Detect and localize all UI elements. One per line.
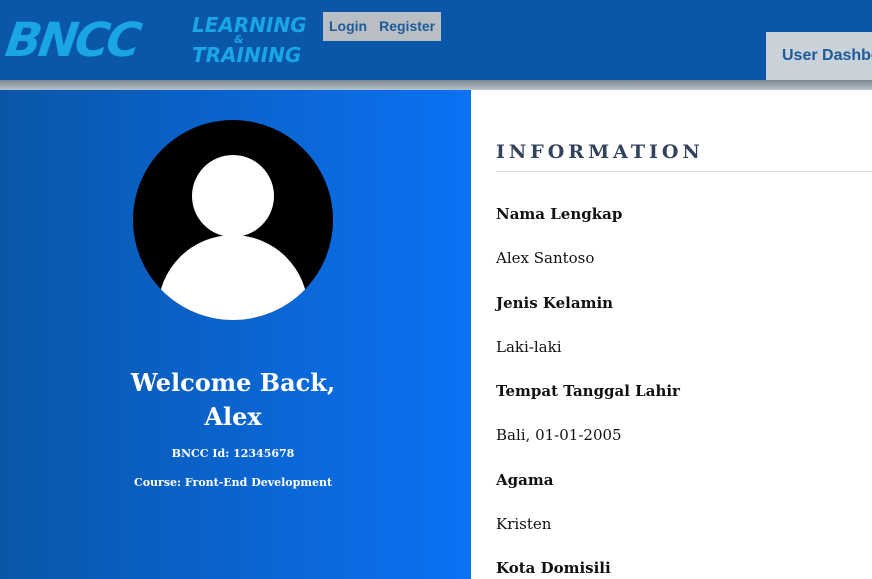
- information-title: INFORMATION: [496, 141, 704, 163]
- top-navbar: BNCC LEARNING & TRAINING Login Register …: [0, 0, 872, 80]
- welcome-username: Alex: [204, 402, 262, 431]
- logo-learning-text: LEARNING: [192, 13, 307, 37]
- label-agama: Agama: [496, 471, 554, 489]
- logo-training-text: TRAINING: [192, 43, 302, 67]
- avatar-body-shape: [158, 235, 308, 320]
- title-divider: [496, 171, 872, 172]
- label-nama-lengkap: Nama Lengkap: [496, 205, 623, 223]
- label-kota-domisili: Kota Domisili: [496, 559, 611, 577]
- logo-bncc-text: BNCC: [2, 13, 143, 68]
- information-panel: INFORMATION Nama Lengkap Alex Santoso Je…: [471, 90, 872, 579]
- user-avatar-icon: [133, 120, 333, 320]
- course-text: Course: Front-End Development: [133, 476, 333, 489]
- value-jenis-kelamin: Laki-laki: [496, 338, 562, 356]
- profile-panel: Welcome Back, Alex BNCC Id: 12345678 Cou…: [0, 90, 471, 579]
- bncc-logo[interactable]: BNCC LEARNING & TRAINING: [2, 13, 307, 68]
- register-link[interactable]: Register: [373, 12, 441, 41]
- value-nama-lengkap: Alex Santoso: [496, 249, 595, 267]
- label-tempat-tanggal-lahir: Tempat Tanggal Lahir: [496, 382, 680, 400]
- label-jenis-kelamin: Jenis Kelamin: [496, 294, 614, 312]
- value-agama: Kristen: [496, 515, 552, 533]
- login-link[interactable]: Login: [323, 12, 373, 41]
- auth-nav: Login Register: [323, 12, 442, 41]
- avatar-head-shape: [192, 155, 274, 237]
- value-tempat-tanggal-lahir: Bali, 01-01-2005: [496, 426, 622, 444]
- welcome-heading: Welcome Back, Alex: [0, 366, 466, 434]
- navbar-divider: [0, 80, 872, 90]
- user-dashboard-tab[interactable]: User Dashboard: [766, 32, 872, 80]
- bncc-id-text: BNCC Id: 12345678: [171, 447, 295, 460]
- welcome-greeting: Welcome Back,: [130, 368, 336, 397]
